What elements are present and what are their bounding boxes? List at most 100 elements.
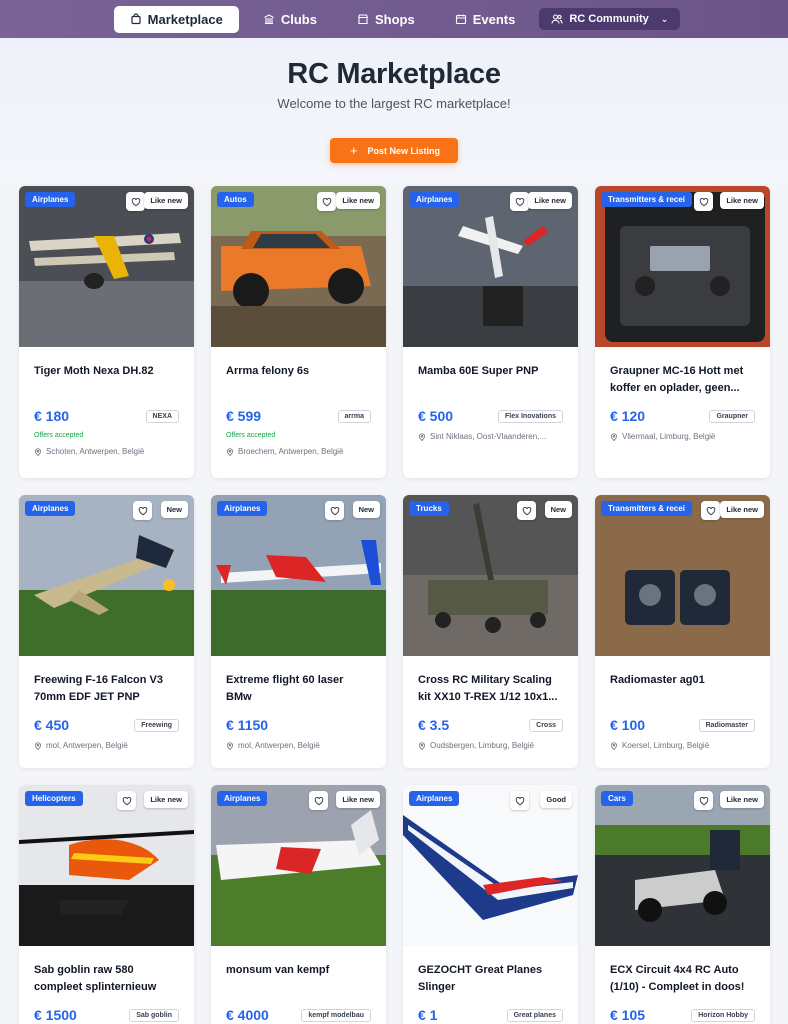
listing-title[interactable]: Freewing F-16 Falcon V3 70mm EDF JET PNP [34, 672, 179, 706]
location-text: mol, Antwerpen, België [238, 741, 320, 750]
listing-location: Vliermaal, Limburg, België [610, 432, 755, 441]
heart-icon [522, 506, 531, 515]
favorite-button[interactable] [701, 501, 720, 520]
building-icon [264, 14, 274, 25]
condition-badge: Like new [336, 791, 380, 808]
listing-card[interactable]: Autos Like new Arrma felony 6s € 599 arr… [211, 186, 386, 478]
brand-tag: Radiomaster [698, 718, 755, 732]
listing-image [211, 495, 386, 656]
listing-card[interactable]: Airplanes Like new monsum van kempf € 40… [211, 785, 386, 1024]
listing-card[interactable]: Trucks New Cross RC Military Scaling kit… [403, 495, 578, 768]
listing-location: Koersel, Limburg, België [610, 741, 755, 750]
listing-location: mol, Antwerpen, België [34, 741, 179, 750]
heart-icon [131, 197, 140, 206]
favorite-button[interactable] [133, 501, 152, 520]
listing-image [19, 186, 194, 347]
listing-photo[interactable]: Airplanes Like new [19, 186, 194, 347]
listing-location: Schoten, Antwerpen, België [34, 447, 179, 456]
favorite-button[interactable] [317, 192, 336, 211]
nav-events[interactable]: Events [439, 6, 532, 33]
community-label: RC Community [569, 13, 649, 25]
listing-title[interactable]: ECX Circuit 4x4 RC Auto (1/10) - Complee… [610, 962, 755, 996]
brand-tag: Cross [529, 718, 563, 732]
listing-photo[interactable]: Cars Like new [595, 785, 770, 946]
listing-card[interactable]: Helicopters Like new Sab goblin raw 580 … [19, 785, 194, 1024]
listing-card[interactable]: Transmitters & recei Like new Radiomaste… [595, 495, 770, 768]
nav-shops[interactable]: Shops [341, 6, 431, 33]
favorite-button[interactable] [694, 192, 713, 211]
listing-photo[interactable]: Airplanes Like new [403, 186, 578, 347]
listing-title[interactable]: monsum van kempf [226, 962, 371, 996]
listing-title[interactable]: Extreme flight 60 laser BMw [226, 672, 371, 706]
location-text: Koersel, Limburg, België [622, 741, 710, 750]
top-navigation: Marketplace Clubs Shops Events RC Commun… [0, 0, 788, 38]
brand-tag: NEXA [145, 409, 179, 423]
community-dropdown[interactable]: RC Community ⌄ [539, 8, 681, 30]
chevron-down-icon: ⌄ [660, 13, 669, 24]
listing-card[interactable]: Airplanes Like new Tiger Moth Nexa DH.82… [19, 186, 194, 478]
favorite-button[interactable] [510, 791, 529, 810]
post-listing-label: Post New Listing [367, 145, 441, 156]
favorite-button[interactable] [126, 192, 145, 211]
listing-card[interactable]: Airplanes Like new Mamba 60E Super PNP €… [403, 186, 578, 478]
heart-icon [699, 197, 708, 206]
calendar-icon [455, 14, 466, 25]
listing-card[interactable]: Transmitters & recei Like new Graupner M… [595, 186, 770, 478]
post-listing-button[interactable]: + Post New Listing [329, 138, 459, 163]
category-badge: Transmitters & recei [601, 192, 692, 207]
plus-icon: + [349, 143, 358, 158]
heart-icon [515, 197, 524, 206]
listing-title[interactable]: Cross RC Military Scaling kit XX10 T-REX… [418, 672, 563, 706]
listing-photo[interactable]: Airplanes New [19, 495, 194, 656]
listing-photo[interactable]: Airplanes New [211, 495, 386, 656]
favorite-button[interactable] [510, 192, 529, 211]
map-pin-icon [611, 432, 617, 441]
brand-tag: Graupner [709, 409, 755, 423]
location-text: Broechem, Antwerpen, België [238, 447, 344, 456]
listing-price: € 120 [610, 408, 646, 424]
condition-badge: Like new [144, 192, 188, 209]
listing-price: € 450 [34, 717, 70, 733]
listing-location: Sint Niklaas, Oost-Vlaanderen,... [418, 432, 563, 441]
category-badge: Airplanes [217, 501, 268, 516]
map-pin-icon [419, 741, 425, 750]
listing-photo[interactable]: Airplanes Good [403, 785, 578, 946]
listing-photo[interactable]: Transmitters & recei Like new [595, 495, 770, 656]
favorite-button[interactable] [117, 791, 136, 810]
favorite-button[interactable] [694, 791, 713, 810]
condition-badge: Good [540, 791, 572, 808]
listing-photo[interactable]: Airplanes Like new [211, 785, 386, 946]
favorite-button[interactable] [517, 501, 536, 520]
location-text: Schoten, Antwerpen, België [46, 447, 145, 456]
nav-marketplace[interactable]: Marketplace [113, 5, 239, 33]
favorite-button[interactable] [309, 791, 328, 810]
condition-badge: Like new [528, 192, 572, 209]
listing-title[interactable]: Tiger Moth Nexa DH.82 [34, 363, 179, 397]
listing-title[interactable]: Arrma felony 6s [226, 363, 371, 397]
condition-badge: Like new [336, 192, 380, 209]
listing-card[interactable]: Airplanes New Extreme flight 60 laser BM… [211, 495, 386, 768]
location-text: Oudsbergen, Limburg, België [430, 741, 535, 750]
listing-photo[interactable]: Helicopters Like new [19, 785, 194, 946]
listing-photo[interactable]: Transmitters & recei Like new [595, 186, 770, 347]
listing-price: € 500 [418, 408, 454, 424]
listing-photo[interactable]: Autos Like new [211, 186, 386, 347]
listing-card[interactable]: Airplanes New Freewing F-16 Falcon V3 70… [19, 495, 194, 768]
listing-card[interactable]: Airplanes Good GEZOCHT Great Planes Slin… [403, 785, 578, 1024]
condition-badge: Like new [720, 791, 764, 808]
heart-icon [706, 506, 715, 515]
category-badge: Airplanes [409, 192, 460, 207]
listing-title[interactable]: Graupner MC-16 Hott met koffer en oplade… [610, 363, 755, 397]
listing-photo[interactable]: Trucks New [403, 495, 578, 656]
listing-title[interactable]: Mamba 60E Super PNP [418, 363, 563, 397]
heart-icon [699, 796, 708, 805]
listing-title[interactable]: GEZOCHT Great Planes Slinger [418, 962, 563, 996]
page-subtitle: Welcome to the largest RC marketplace! [277, 96, 511, 111]
listing-card[interactable]: Cars Like new ECX Circuit 4x4 RC Auto (1… [595, 785, 770, 1024]
favorite-button[interactable] [325, 501, 344, 520]
listing-title[interactable]: Sab goblin raw 580 compleet splinternieu… [34, 962, 179, 996]
nav-clubs[interactable]: Clubs [247, 6, 333, 33]
bag-icon [131, 13, 141, 25]
listing-image [595, 785, 770, 946]
listing-title[interactable]: Radiomaster ag01 [610, 672, 755, 706]
